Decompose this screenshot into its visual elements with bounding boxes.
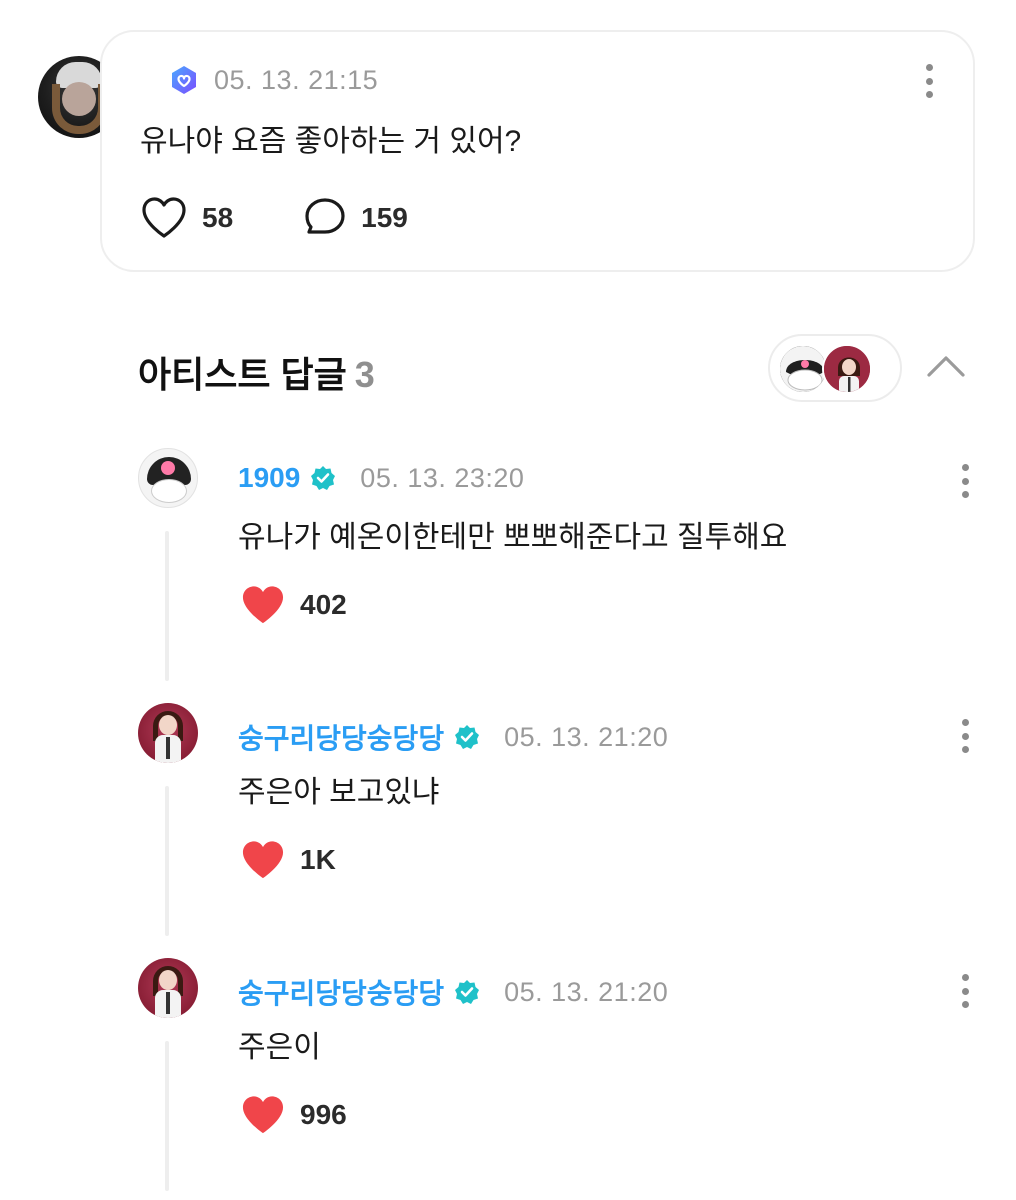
reply-text: 유나가 예온이한테만 뽀뽀해준다고 질투해요 <box>238 521 788 554</box>
fan-post-card: 05. 13. 21:15 유나야 요즘 좋아하는 거 있어? 58 159 <box>100 30 975 272</box>
reply-more-icon[interactable] <box>959 974 971 1008</box>
verified-icon <box>311 466 336 490</box>
reply-meta: 1909 05. 13. 23:20 <box>238 462 524 494</box>
artist-replies-heading: 아티스트 답글 3 <box>138 346 375 398</box>
reply-author[interactable]: 숭구리당당숭당당 <box>238 972 444 1012</box>
thread-line <box>165 786 169 936</box>
reply-text: 주은이 <box>238 1031 321 1064</box>
reply-avatar[interactable] <box>138 958 198 1018</box>
reply-like-count: 1K <box>300 844 336 875</box>
reply-like-button[interactable]: 402 <box>240 584 347 626</box>
chevron-up-icon[interactable] <box>926 350 966 380</box>
comments-page: 05. 13. 21:15 유나야 요즘 좋아하는 거 있어? 58 159 아… <box>0 0 1016 1200</box>
artist-reply: 1909 05. 13. 23:20 유나가 예온이한테만 뽀뽀해준다고 질투해… <box>0 434 1016 689</box>
post-more-icon[interactable] <box>923 64 935 98</box>
reply-meta: 숭구리당당숭당당 05. 13. 21:20 <box>238 972 668 1012</box>
reply-like-button[interactable]: 1K <box>240 839 336 881</box>
reply-more-icon[interactable] <box>959 464 971 498</box>
reply-text: 주은아 보고있냐 <box>238 776 440 809</box>
post-timestamp: 05. 13. 21:15 <box>214 64 379 95</box>
artist-avatar-girl <box>822 344 872 394</box>
artist-replies-count: 3 <box>354 354 375 395</box>
heart-outline-icon <box>142 197 186 238</box>
artist-avatar-kuromi <box>778 344 828 394</box>
reply-timestamp: 05. 13. 21:20 <box>504 721 669 752</box>
reply-avatar[interactable] <box>138 448 198 508</box>
reply-more-icon[interactable] <box>959 719 971 753</box>
reply-timestamp: 05. 13. 21:20 <box>504 976 669 1007</box>
like-button[interactable]: 58 <box>140 196 233 240</box>
comment-bubble-icon <box>305 198 345 234</box>
fan-badge-icon <box>172 66 196 94</box>
artist-avatar-stack[interactable] <box>768 334 902 402</box>
reply-like-count: 402 <box>300 589 347 620</box>
reply-avatar[interactable] <box>138 703 198 763</box>
heart-filled-icon <box>242 841 284 879</box>
verified-icon <box>455 725 480 749</box>
like-count: 58 <box>202 202 234 233</box>
heart-filled-icon <box>242 586 284 624</box>
reply-like-count: 996 <box>300 1099 347 1130</box>
reply-like-button[interactable]: 996 <box>240 1094 347 1136</box>
heart-filled-icon <box>242 1096 284 1134</box>
artist-replies-title: 아티스트 답글 <box>138 354 347 395</box>
comment-button[interactable]: 159 <box>303 196 408 240</box>
comment-count: 159 <box>361 202 408 233</box>
post-meta: 05. 13. 21:15 <box>168 64 378 96</box>
reply-author[interactable]: 숭구리당당숭당당 <box>238 717 444 757</box>
artist-reply: 숭구리당당숭당당 05. 13. 21:20 주은이 996 <box>0 944 1016 1199</box>
reply-meta: 숭구리당당숭당당 05. 13. 21:20 <box>238 717 668 757</box>
post-actions: 58 159 <box>140 196 408 240</box>
reply-timestamp: 05. 13. 23:20 <box>360 462 525 493</box>
thread-line <box>165 531 169 681</box>
artist-reply: 숭구리당당숭당당 05. 13. 21:20 주은아 보고있냐 1K <box>0 689 1016 944</box>
post-text: 유나야 요즘 좋아하는 거 있어? <box>140 125 522 158</box>
reply-author[interactable]: 1909 <box>238 462 300 494</box>
thread-line <box>165 1041 169 1191</box>
verified-icon <box>455 980 480 1004</box>
